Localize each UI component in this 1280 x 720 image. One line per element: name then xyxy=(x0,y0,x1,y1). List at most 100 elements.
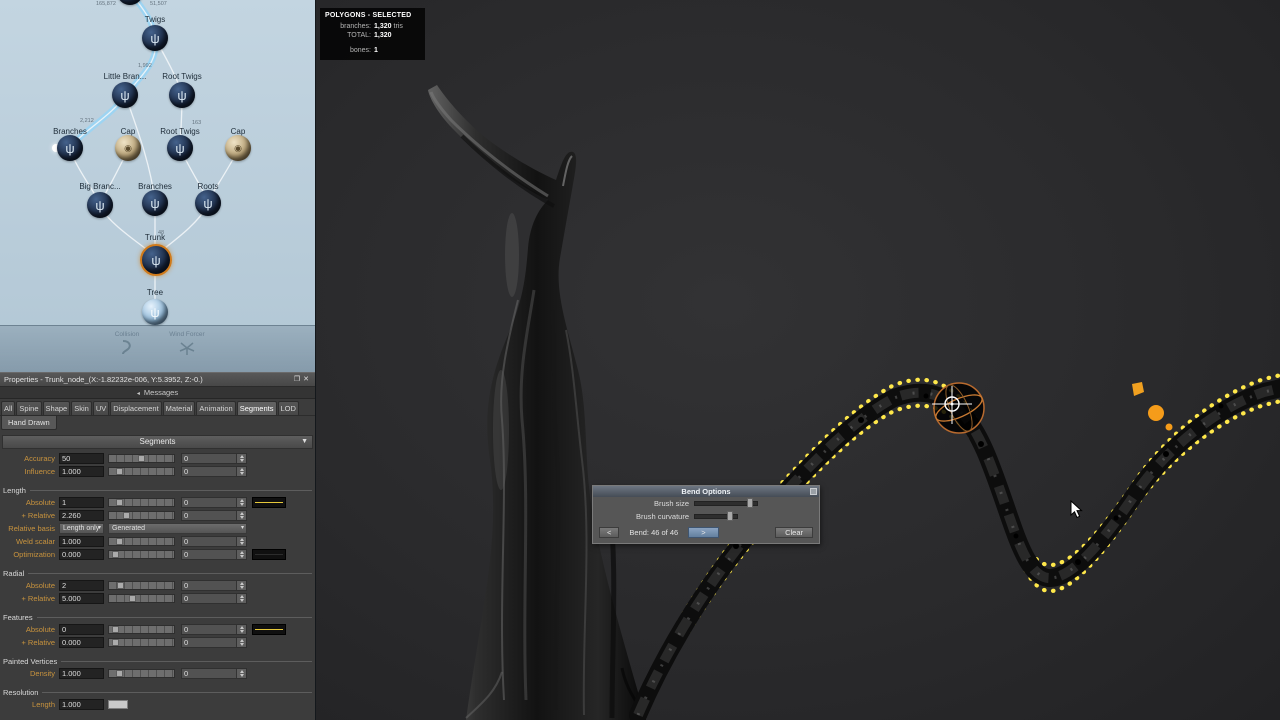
value-field[interactable]: 1.000 xyxy=(59,699,104,710)
slider-handle[interactable] xyxy=(115,670,123,677)
spinner-up-icon[interactable] xyxy=(239,582,244,585)
value-slider[interactable] xyxy=(108,498,175,507)
float-panel-icon[interactable]: ❐ xyxy=(294,376,303,383)
value-slider[interactable] xyxy=(108,511,175,520)
value-field[interactable]: 0 xyxy=(59,624,104,635)
brush-curvature-slider[interactable] xyxy=(694,511,738,521)
slider-handle[interactable] xyxy=(747,498,753,508)
graph-node-root-twigs-upper[interactable]: ψ xyxy=(169,82,195,108)
spinner-down-icon[interactable] xyxy=(239,459,244,462)
value-field[interactable]: 2.260 xyxy=(59,510,104,521)
dialog-title-bar[interactable]: Bend Options xyxy=(593,486,819,497)
graph-node-branches-mid[interactable]: ψ xyxy=(142,190,168,216)
spinner-up-icon[interactable] xyxy=(239,551,244,554)
value-field[interactable]: 0.000 xyxy=(59,549,104,560)
spinner-down-icon[interactable] xyxy=(239,516,244,519)
graph-node-roots[interactable]: ψ xyxy=(195,190,221,216)
relative-basis-dropdown[interactable]: Length only ▾ xyxy=(59,523,104,534)
spinner-up-icon[interactable] xyxy=(239,538,244,541)
spinner-up-icon[interactable] xyxy=(239,455,244,458)
tab-lod[interactable]: LOD xyxy=(277,401,299,415)
spinner-down-icon[interactable] xyxy=(239,643,244,646)
spinner-field[interactable]: 0 xyxy=(181,536,247,547)
previous-bend-button[interactable]: < xyxy=(599,527,620,538)
spinner-field[interactable]: 0 xyxy=(181,624,247,635)
value-field[interactable]: 1.000 xyxy=(59,536,104,547)
generation-graph-panel[interactable]: 165,872 51,507 1,992 2,212 163 48 ψ Twig… xyxy=(0,0,316,372)
spinner-down-icon[interactable] xyxy=(239,555,244,558)
spinner-up-icon[interactable] xyxy=(239,499,244,502)
value-slider[interactable] xyxy=(108,537,175,546)
mini-button[interactable] xyxy=(108,700,128,709)
graph-node-twigs[interactable]: ψ xyxy=(142,25,168,51)
clear-button[interactable]: Clear xyxy=(775,527,813,538)
value-field[interactable]: 2 xyxy=(59,580,104,591)
spinner-field[interactable]: 0 xyxy=(181,497,247,508)
tab-material[interactable]: Material xyxy=(162,401,196,415)
force-item-collision[interactable]: Collision xyxy=(95,331,159,357)
tab-all[interactable]: All xyxy=(1,401,16,415)
spinner-field[interactable]: 0 xyxy=(181,637,247,648)
value-field[interactable]: 0.000 xyxy=(59,637,104,648)
curve-editor-swatch[interactable] xyxy=(252,549,286,560)
close-panel-icon[interactable]: ✕ xyxy=(303,376,312,383)
spinner-down-icon[interactable] xyxy=(239,599,244,602)
curve-editor-swatch[interactable] xyxy=(252,497,286,508)
spinner-up-icon[interactable] xyxy=(239,468,244,471)
viewport-3d[interactable] xyxy=(316,0,1280,720)
value-slider[interactable] xyxy=(108,638,175,647)
spinner-up-icon[interactable] xyxy=(239,670,244,673)
spinner-field[interactable]: 0 xyxy=(181,510,247,521)
spline-handle-quad[interactable] xyxy=(1132,382,1144,396)
value-slider[interactable] xyxy=(108,467,175,476)
spinner-field[interactable]: 0 xyxy=(181,580,247,591)
value-field[interactable]: 50 xyxy=(59,453,104,464)
spinner-up-icon[interactable] xyxy=(239,639,244,642)
subtab-hand-drawn[interactable]: Hand Drawn xyxy=(1,416,57,430)
tab-animation[interactable]: Animation xyxy=(196,401,236,415)
graph-node-tree[interactable]: ψ xyxy=(142,299,168,325)
spinner-field[interactable]: 0 xyxy=(181,549,247,560)
dialog-close-button[interactable] xyxy=(810,488,817,495)
tab-uv[interactable]: UV xyxy=(92,401,110,415)
spinner-field[interactable]: 0 xyxy=(181,593,247,604)
spinner-field[interactable]: 0 xyxy=(181,668,247,679)
value-slider[interactable] xyxy=(108,669,175,678)
spinner-up-icon[interactable] xyxy=(239,512,244,515)
slider-handle[interactable] xyxy=(137,455,145,462)
value-slider[interactable] xyxy=(108,594,175,603)
graph-node-root-twigs-lower[interactable]: ψ xyxy=(167,135,193,161)
value-slider[interactable] xyxy=(108,454,175,463)
graph-node-cap-right[interactable]: ◉ xyxy=(225,135,251,161)
generated-mode-dropdown[interactable]: Generated ▾ xyxy=(108,523,247,534)
spinner-down-icon[interactable] xyxy=(239,503,244,506)
value-field[interactable]: 5.000 xyxy=(59,593,104,604)
tab-displacement[interactable]: Displacement xyxy=(110,401,162,415)
value-slider[interactable] xyxy=(108,625,175,634)
force-item-wind[interactable]: Wind Forcer xyxy=(155,331,219,357)
graph-node-cap-left[interactable]: ◉ xyxy=(115,135,141,161)
value-field[interactable]: 1.000 xyxy=(59,668,104,679)
slider-handle[interactable] xyxy=(727,511,733,521)
tab-segments[interactable]: Segments xyxy=(236,401,277,415)
spinner-field[interactable]: 0 xyxy=(181,466,247,477)
value-field[interactable]: 1.000 xyxy=(59,466,104,477)
slider-handle[interactable] xyxy=(111,551,119,558)
graph-node-branches-left[interactable]: ψ xyxy=(57,135,83,161)
slider-handle[interactable] xyxy=(123,512,131,519)
slider-handle[interactable] xyxy=(111,639,119,646)
graph-node-big-branches[interactable]: ψ xyxy=(87,192,113,218)
slider-handle[interactable] xyxy=(115,499,123,506)
curve-editor-swatch[interactable] xyxy=(252,624,286,635)
tree-trunk-mesh[interactable] xyxy=(428,85,648,720)
spinner-field[interactable]: 0 xyxy=(181,453,247,464)
messages-collapsed-bar[interactable]: ◂ Messages xyxy=(0,387,315,399)
value-slider[interactable] xyxy=(108,550,175,559)
value-field[interactable]: 1 xyxy=(59,497,104,508)
graph-node-trunk-selected[interactable]: ψ xyxy=(140,244,172,276)
slider-handle[interactable] xyxy=(115,538,123,545)
spinner-down-icon[interactable] xyxy=(239,630,244,633)
spinner-down-icon[interactable] xyxy=(239,472,244,475)
next-bend-button[interactable]: > xyxy=(688,527,719,538)
value-slider[interactable] xyxy=(108,581,175,590)
